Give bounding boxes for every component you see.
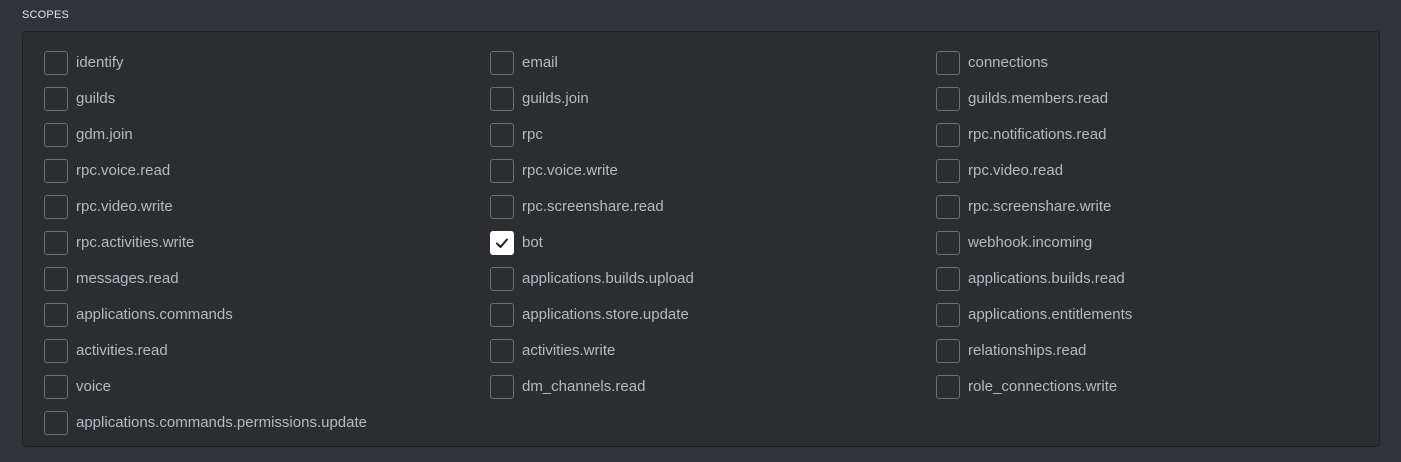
scope-label: messages.read bbox=[76, 270, 179, 287]
scope-checkbox[interactable] bbox=[490, 303, 514, 327]
scope-voice[interactable]: voice bbox=[44, 369, 490, 405]
scope-checkbox[interactable] bbox=[936, 123, 960, 147]
scope-checkbox[interactable] bbox=[936, 303, 960, 327]
scope-label: applications.commands bbox=[76, 306, 233, 323]
scope-label: identify bbox=[76, 54, 124, 71]
scope-label: activities.read bbox=[76, 342, 168, 359]
scope-guilds-join[interactable]: guilds.join bbox=[490, 81, 936, 117]
scope-checkbox[interactable] bbox=[490, 231, 514, 255]
scope-checkbox[interactable] bbox=[936, 339, 960, 363]
scope-role-connections-write[interactable]: role_connections.write bbox=[936, 369, 1382, 405]
scopes-section-title: SCOPES bbox=[22, 9, 70, 21]
scope-label: rpc.voice.read bbox=[76, 162, 171, 179]
scope-label: role_connections.write bbox=[968, 378, 1118, 395]
scope-messages-read[interactable]: messages.read bbox=[44, 261, 490, 297]
scope-label: voice bbox=[76, 378, 112, 395]
scope-checkbox[interactable] bbox=[44, 303, 68, 327]
scope-label: rpc.screenshare.read bbox=[522, 198, 664, 215]
scope-checkbox[interactable] bbox=[490, 195, 514, 219]
scope-activities-read[interactable]: activities.read bbox=[44, 333, 490, 369]
scope-label: applications.entitlements bbox=[968, 306, 1133, 323]
scope-checkbox[interactable] bbox=[44, 231, 68, 255]
scope-label: connections bbox=[968, 54, 1049, 71]
scope-gdm-join[interactable]: gdm.join bbox=[44, 117, 490, 153]
scope-label: guilds bbox=[76, 90, 116, 107]
scope-checkbox[interactable] bbox=[936, 375, 960, 399]
scope-bot[interactable]: bot bbox=[490, 225, 936, 261]
scope-checkbox[interactable] bbox=[490, 51, 514, 75]
scope-rpc-video-write[interactable]: rpc.video.write bbox=[44, 189, 490, 225]
scope-checkbox[interactable] bbox=[44, 339, 68, 363]
scope-label: relationships.read bbox=[968, 342, 1087, 359]
scope-checkbox[interactable] bbox=[44, 51, 68, 75]
scope-label: rpc.activities.write bbox=[76, 234, 195, 251]
scope-checkbox[interactable] bbox=[936, 87, 960, 111]
scopes-panel: identify email connections guilds guilds.joi… bbox=[22, 31, 1380, 447]
scope-checkbox[interactable] bbox=[490, 375, 514, 399]
scope-checkbox[interactable] bbox=[44, 123, 68, 147]
scope-checkbox[interactable] bbox=[936, 195, 960, 219]
scope-label: rpc bbox=[522, 126, 543, 143]
scope-checkbox[interactable] bbox=[490, 159, 514, 183]
scope-checkbox[interactable] bbox=[490, 267, 514, 291]
scope-rpc-notifications-read[interactable]: rpc.notifications.read bbox=[936, 117, 1382, 153]
scope-checkbox[interactable] bbox=[936, 159, 960, 183]
scopes-grid: identify email connections guilds guilds.joi… bbox=[44, 45, 1382, 441]
scope-label: dm_channels.read bbox=[522, 378, 646, 395]
scope-checkbox[interactable] bbox=[490, 87, 514, 111]
scope-rpc-activities-write[interactable]: rpc.activities.write bbox=[44, 225, 490, 261]
scope-rpc-voice-read[interactable]: rpc.voice.read bbox=[44, 153, 490, 189]
scope-connections[interactable]: connections bbox=[936, 45, 1382, 81]
checkmark-icon bbox=[496, 238, 508, 248]
scope-checkbox[interactable] bbox=[936, 267, 960, 291]
scope-checkbox[interactable] bbox=[490, 339, 514, 363]
scope-checkbox[interactable] bbox=[44, 87, 68, 111]
scope-checkbox[interactable] bbox=[936, 51, 960, 75]
scope-applications-commands-permissions-update[interactable]: applications.commands.permissions.update bbox=[44, 405, 490, 441]
scope-checkbox[interactable] bbox=[490, 123, 514, 147]
scope-applications-store-update[interactable]: applications.store.update bbox=[490, 297, 936, 333]
scope-label: gdm.join bbox=[76, 126, 133, 143]
scope-label: activities.write bbox=[522, 342, 616, 359]
scope-checkbox[interactable] bbox=[936, 231, 960, 255]
scope-checkbox[interactable] bbox=[44, 411, 68, 435]
scope-dm-channels-read[interactable]: dm_channels.read bbox=[490, 369, 936, 405]
scope-webhook-incoming[interactable]: webhook.incoming bbox=[936, 225, 1382, 261]
scope-label: rpc.voice.write bbox=[522, 162, 618, 179]
scope-applications-builds-upload[interactable]: applications.builds.upload bbox=[490, 261, 936, 297]
scope-rpc-video-read[interactable]: rpc.video.read bbox=[936, 153, 1382, 189]
scope-rpc-voice-write[interactable]: rpc.voice.write bbox=[490, 153, 936, 189]
scope-checkbox[interactable] bbox=[44, 159, 68, 183]
scope-label: guilds.join bbox=[522, 90, 589, 107]
scope-applications-entitlements[interactable]: applications.entitlements bbox=[936, 297, 1382, 333]
scope-label: applications.store.update bbox=[522, 306, 689, 323]
scope-checkbox[interactable] bbox=[44, 195, 68, 219]
scope-guilds[interactable]: guilds bbox=[44, 81, 490, 117]
scope-applications-commands[interactable]: applications.commands bbox=[44, 297, 490, 333]
scope-applications-builds-read[interactable]: applications.builds.read bbox=[936, 261, 1382, 297]
scope-label: bot bbox=[522, 234, 543, 251]
scope-label: email bbox=[522, 54, 558, 71]
scope-rpc[interactable]: rpc bbox=[490, 117, 936, 153]
scope-label: applications.builds.upload bbox=[522, 270, 694, 287]
scope-label: rpc.notifications.read bbox=[968, 126, 1107, 143]
scope-relationships-read[interactable]: relationships.read bbox=[936, 333, 1382, 369]
scope-rpc-screenshare-write[interactable]: rpc.screenshare.write bbox=[936, 189, 1382, 225]
scope-label: applications.commands.permissions.update bbox=[76, 414, 367, 431]
scope-label: rpc.video.read bbox=[968, 162, 1064, 179]
scope-label: guilds.members.read bbox=[968, 90, 1109, 107]
scope-label: rpc.video.write bbox=[76, 198, 173, 215]
scope-identify[interactable]: identify bbox=[44, 45, 490, 81]
scope-guilds-members-read[interactable]: guilds.members.read bbox=[936, 81, 1382, 117]
scope-checkbox[interactable] bbox=[44, 375, 68, 399]
scope-label: applications.builds.read bbox=[968, 270, 1125, 287]
scope-activities-write[interactable]: activities.write bbox=[490, 333, 936, 369]
scope-label: webhook.incoming bbox=[968, 234, 1093, 251]
scope-email[interactable]: email bbox=[490, 45, 936, 81]
scope-rpc-screenshare-read[interactable]: rpc.screenshare.read bbox=[490, 189, 936, 225]
scope-checkbox[interactable] bbox=[44, 267, 68, 291]
scope-label: rpc.screenshare.write bbox=[968, 198, 1112, 215]
